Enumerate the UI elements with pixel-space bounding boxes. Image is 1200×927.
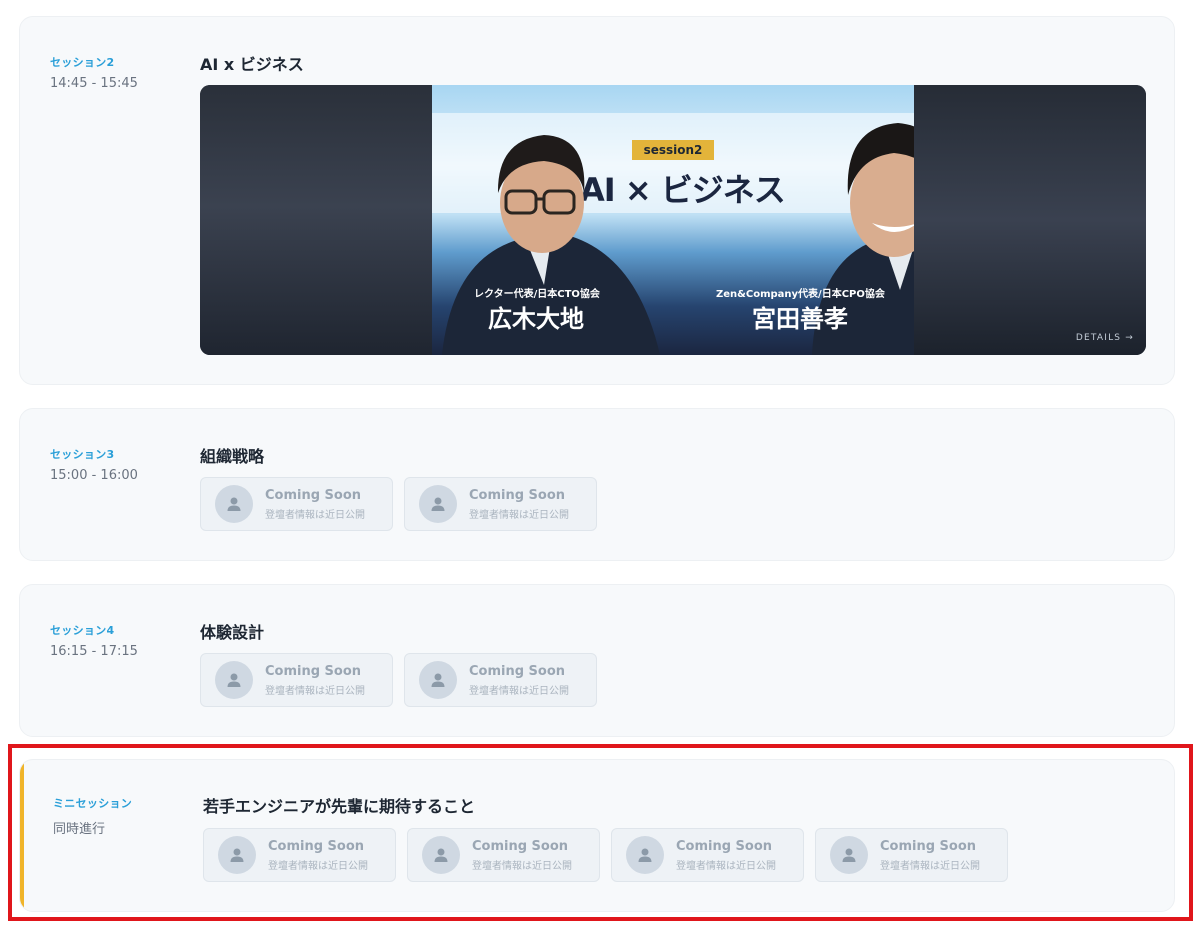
speaker-2-name: 宮田善孝: [752, 305, 848, 333]
speaker-list: Coming Soon 登壇者情報は近日公開 Coming Soon 登壇者情報…: [200, 477, 597, 531]
speaker-status: Coming Soon: [880, 838, 977, 854]
session-card-4: セッション4 16:15 - 17:15 体験設計 Coming Soon 登壇…: [19, 584, 1175, 737]
session-title: 組織戦略: [200, 447, 265, 466]
speaker-2-role: Zen&Company代表/日本CPO協会: [716, 289, 885, 300]
session-title: AI x ビジネス: [200, 55, 304, 74]
banner-blur-left: [200, 85, 432, 355]
speaker-note: 登壇者情報は近日公開: [265, 685, 365, 697]
mini-session-accent-bar: [20, 760, 24, 911]
speaker-status: Coming Soon: [469, 487, 566, 503]
speaker-note: 登壇者情報は近日公開: [265, 509, 365, 521]
speaker-list: Coming Soon 登壇者情報は近日公開 Coming Soon 登壇者情報…: [200, 653, 597, 707]
speaker-note: 登壇者情報は近日公開: [268, 860, 368, 872]
speaker-status: Coming Soon: [676, 838, 773, 854]
speaker-status: Coming Soon: [472, 838, 569, 854]
session-label: セッション2: [50, 56, 115, 69]
user-placeholder-icon: [830, 836, 868, 874]
speaker-note: 登壇者情報は近日公開: [469, 685, 569, 697]
session-label: セッション3: [50, 448, 115, 461]
session-title: 体験設計: [200, 623, 265, 642]
speaker-status: Coming Soon: [265, 487, 362, 503]
speaker-chip: Coming Soon 登壇者情報は近日公開: [203, 828, 396, 882]
speaker-1-role: レクター代表/日本CTO協会: [474, 289, 600, 300]
speaker-chip: Coming Soon 登壇者情報は近日公開: [611, 828, 804, 882]
speaker-chip: Coming Soon 登壇者情報は近日公開: [200, 477, 393, 531]
speaker-chip: Coming Soon 登壇者情報は近日公開: [815, 828, 1008, 882]
session-card-2: セッション2 14:45 - 15:45 AI x ビジネス session2 …: [19, 16, 1175, 385]
speaker-chip: Coming Soon 登壇者情報は近日公開: [200, 653, 393, 707]
details-link[interactable]: DETAILS →: [1076, 333, 1134, 343]
user-placeholder-icon: [215, 485, 253, 523]
speaker-1-name: 広木大地: [488, 305, 584, 333]
user-placeholder-icon: [419, 661, 457, 699]
user-placeholder-icon: [422, 836, 460, 874]
user-placeholder-icon: [215, 661, 253, 699]
speaker-note: 登壇者情報は近日公開: [469, 509, 569, 521]
session-time: 14:45 - 15:45: [50, 76, 138, 91]
user-placeholder-icon: [218, 836, 256, 874]
session-banner[interactable]: session2 AI × ビジネス レクター代表/日本CTO協会 広木大地 Z…: [200, 85, 1146, 355]
banner-artwork: session2 AI × ビジネス レクター代表/日本CTO協会 広木大地 Z…: [432, 85, 914, 355]
speaker-list: Coming Soon 登壇者情報は近日公開 Coming Soon 登壇者情報…: [203, 828, 1008, 882]
session-card-3: セッション3 15:00 - 16:00 組織戦略 Coming Soon 登壇…: [19, 408, 1175, 561]
session-label: セッション4: [50, 624, 115, 637]
session-title: 若手エンジニアが先輩に期待すること: [203, 797, 476, 816]
session-card-mini: ミニセッション 同時進行 若手エンジニアが先輩に期待すること Coming So…: [19, 759, 1175, 912]
session-time: 同時進行: [53, 822, 106, 837]
speaker-chip: Coming Soon 登壇者情報は近日公開: [404, 477, 597, 531]
user-placeholder-icon: [419, 485, 457, 523]
speaker-chip: Coming Soon 登壇者情報は近日公開: [407, 828, 600, 882]
session-time: 15:00 - 16:00: [50, 468, 138, 483]
session-label: ミニセッション: [53, 797, 133, 810]
speaker-note: 登壇者情報は近日公開: [472, 860, 572, 872]
speaker-status: Coming Soon: [469, 663, 566, 679]
session-time: 16:15 - 17:15: [50, 644, 138, 659]
speaker-status: Coming Soon: [265, 663, 362, 679]
speaker-note: 登壇者情報は近日公開: [676, 860, 776, 872]
user-placeholder-icon: [626, 836, 664, 874]
speaker-status: Coming Soon: [268, 838, 365, 854]
speaker-note: 登壇者情報は近日公開: [880, 860, 980, 872]
banner-blur-right: [914, 85, 1146, 355]
speaker-chip: Coming Soon 登壇者情報は近日公開: [404, 653, 597, 707]
